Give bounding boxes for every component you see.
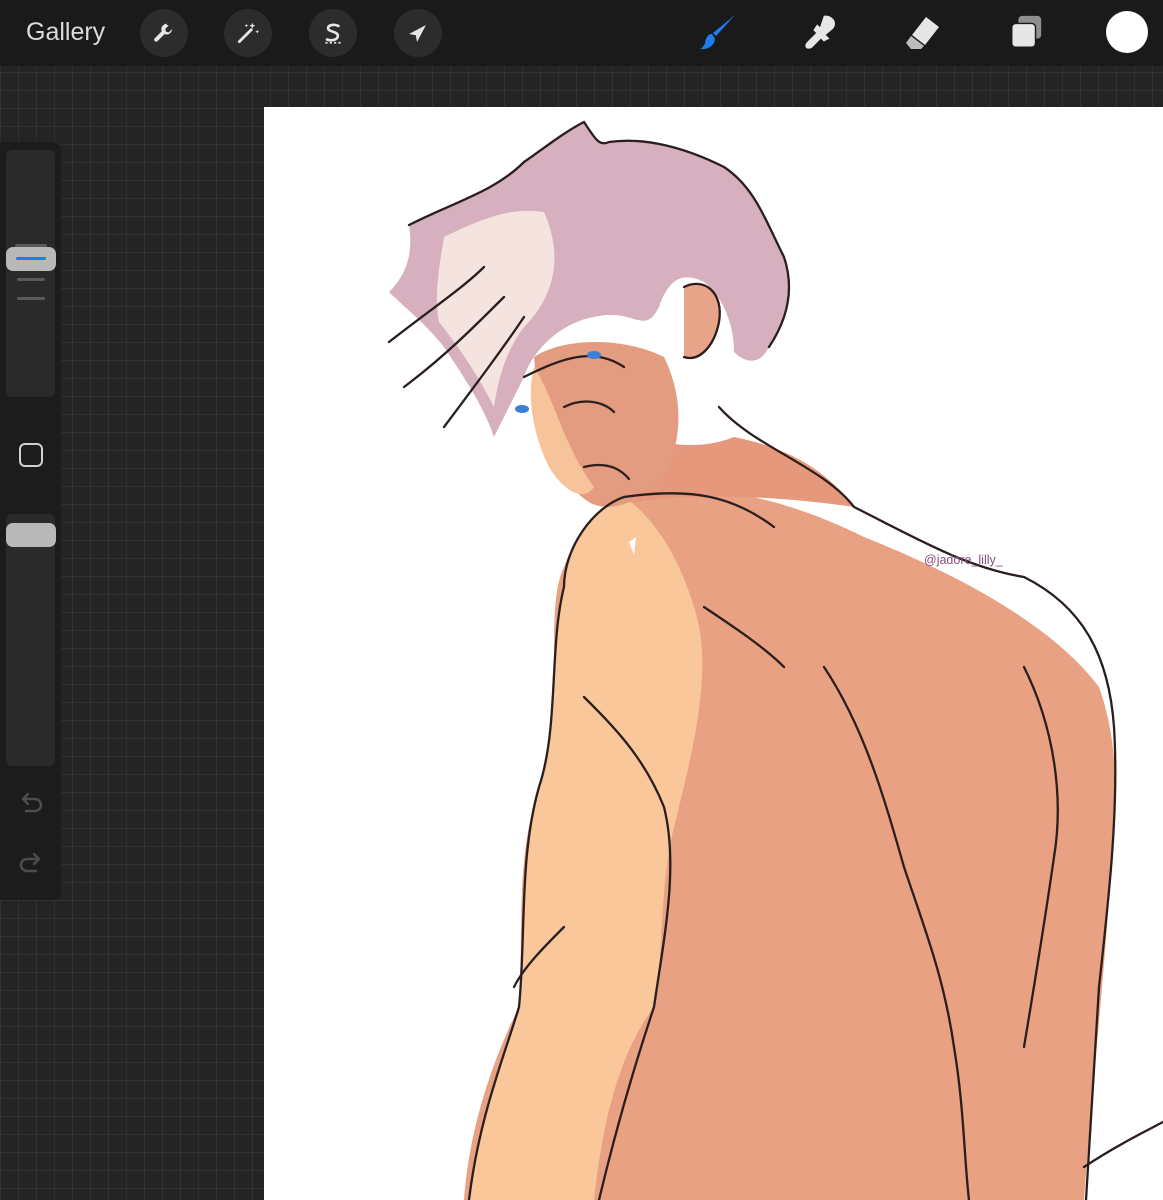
brush-size-slider[interactable] xyxy=(6,150,55,397)
transform-button[interactable] xyxy=(394,9,442,57)
brush-tool-button[interactable] xyxy=(696,10,740,54)
left-sidebar xyxy=(0,142,61,900)
square-modify-icon xyxy=(19,443,43,467)
top-toolbar: Gallery xyxy=(0,0,1163,66)
smudge-tool-button[interactable] xyxy=(798,10,842,54)
brush-size-thumb[interactable] xyxy=(6,244,56,300)
redo-button[interactable] xyxy=(16,847,46,877)
arrow-cursor-icon xyxy=(409,25,426,42)
wrench-icon xyxy=(154,23,173,42)
redo-icon xyxy=(19,852,41,873)
artwork xyxy=(387,120,1163,1200)
undo-button[interactable] xyxy=(16,787,46,817)
color-picker-button[interactable] xyxy=(1106,11,1148,53)
gallery-button[interactable]: Gallery xyxy=(26,14,105,50)
adjustments-button[interactable] xyxy=(224,9,272,57)
magic-wand-icon xyxy=(237,22,260,44)
selection-s-icon xyxy=(325,23,341,44)
eraser-tool-button[interactable] xyxy=(900,10,944,54)
brush-icon xyxy=(700,15,735,50)
layers-button[interactable] xyxy=(1004,10,1048,54)
thumb-line-active xyxy=(16,257,46,260)
undo-icon xyxy=(21,792,43,813)
smudge-icon xyxy=(805,15,836,49)
layers-icon xyxy=(1011,15,1042,48)
thumb-line xyxy=(15,244,47,247)
selection-button[interactable] xyxy=(309,9,357,57)
eraser-icon xyxy=(906,17,939,49)
actions-button[interactable] xyxy=(140,9,188,57)
drawing-canvas[interactable]: @jadore_lilly_ xyxy=(264,107,1163,1200)
thumb-line xyxy=(17,278,45,281)
modify-button[interactable] xyxy=(18,442,44,468)
thumb-line xyxy=(17,297,45,300)
watermark-text: @jadore_lilly_ xyxy=(924,553,1003,567)
opacity-slider[interactable] xyxy=(6,514,55,766)
opacity-thumb[interactable] xyxy=(6,523,56,547)
